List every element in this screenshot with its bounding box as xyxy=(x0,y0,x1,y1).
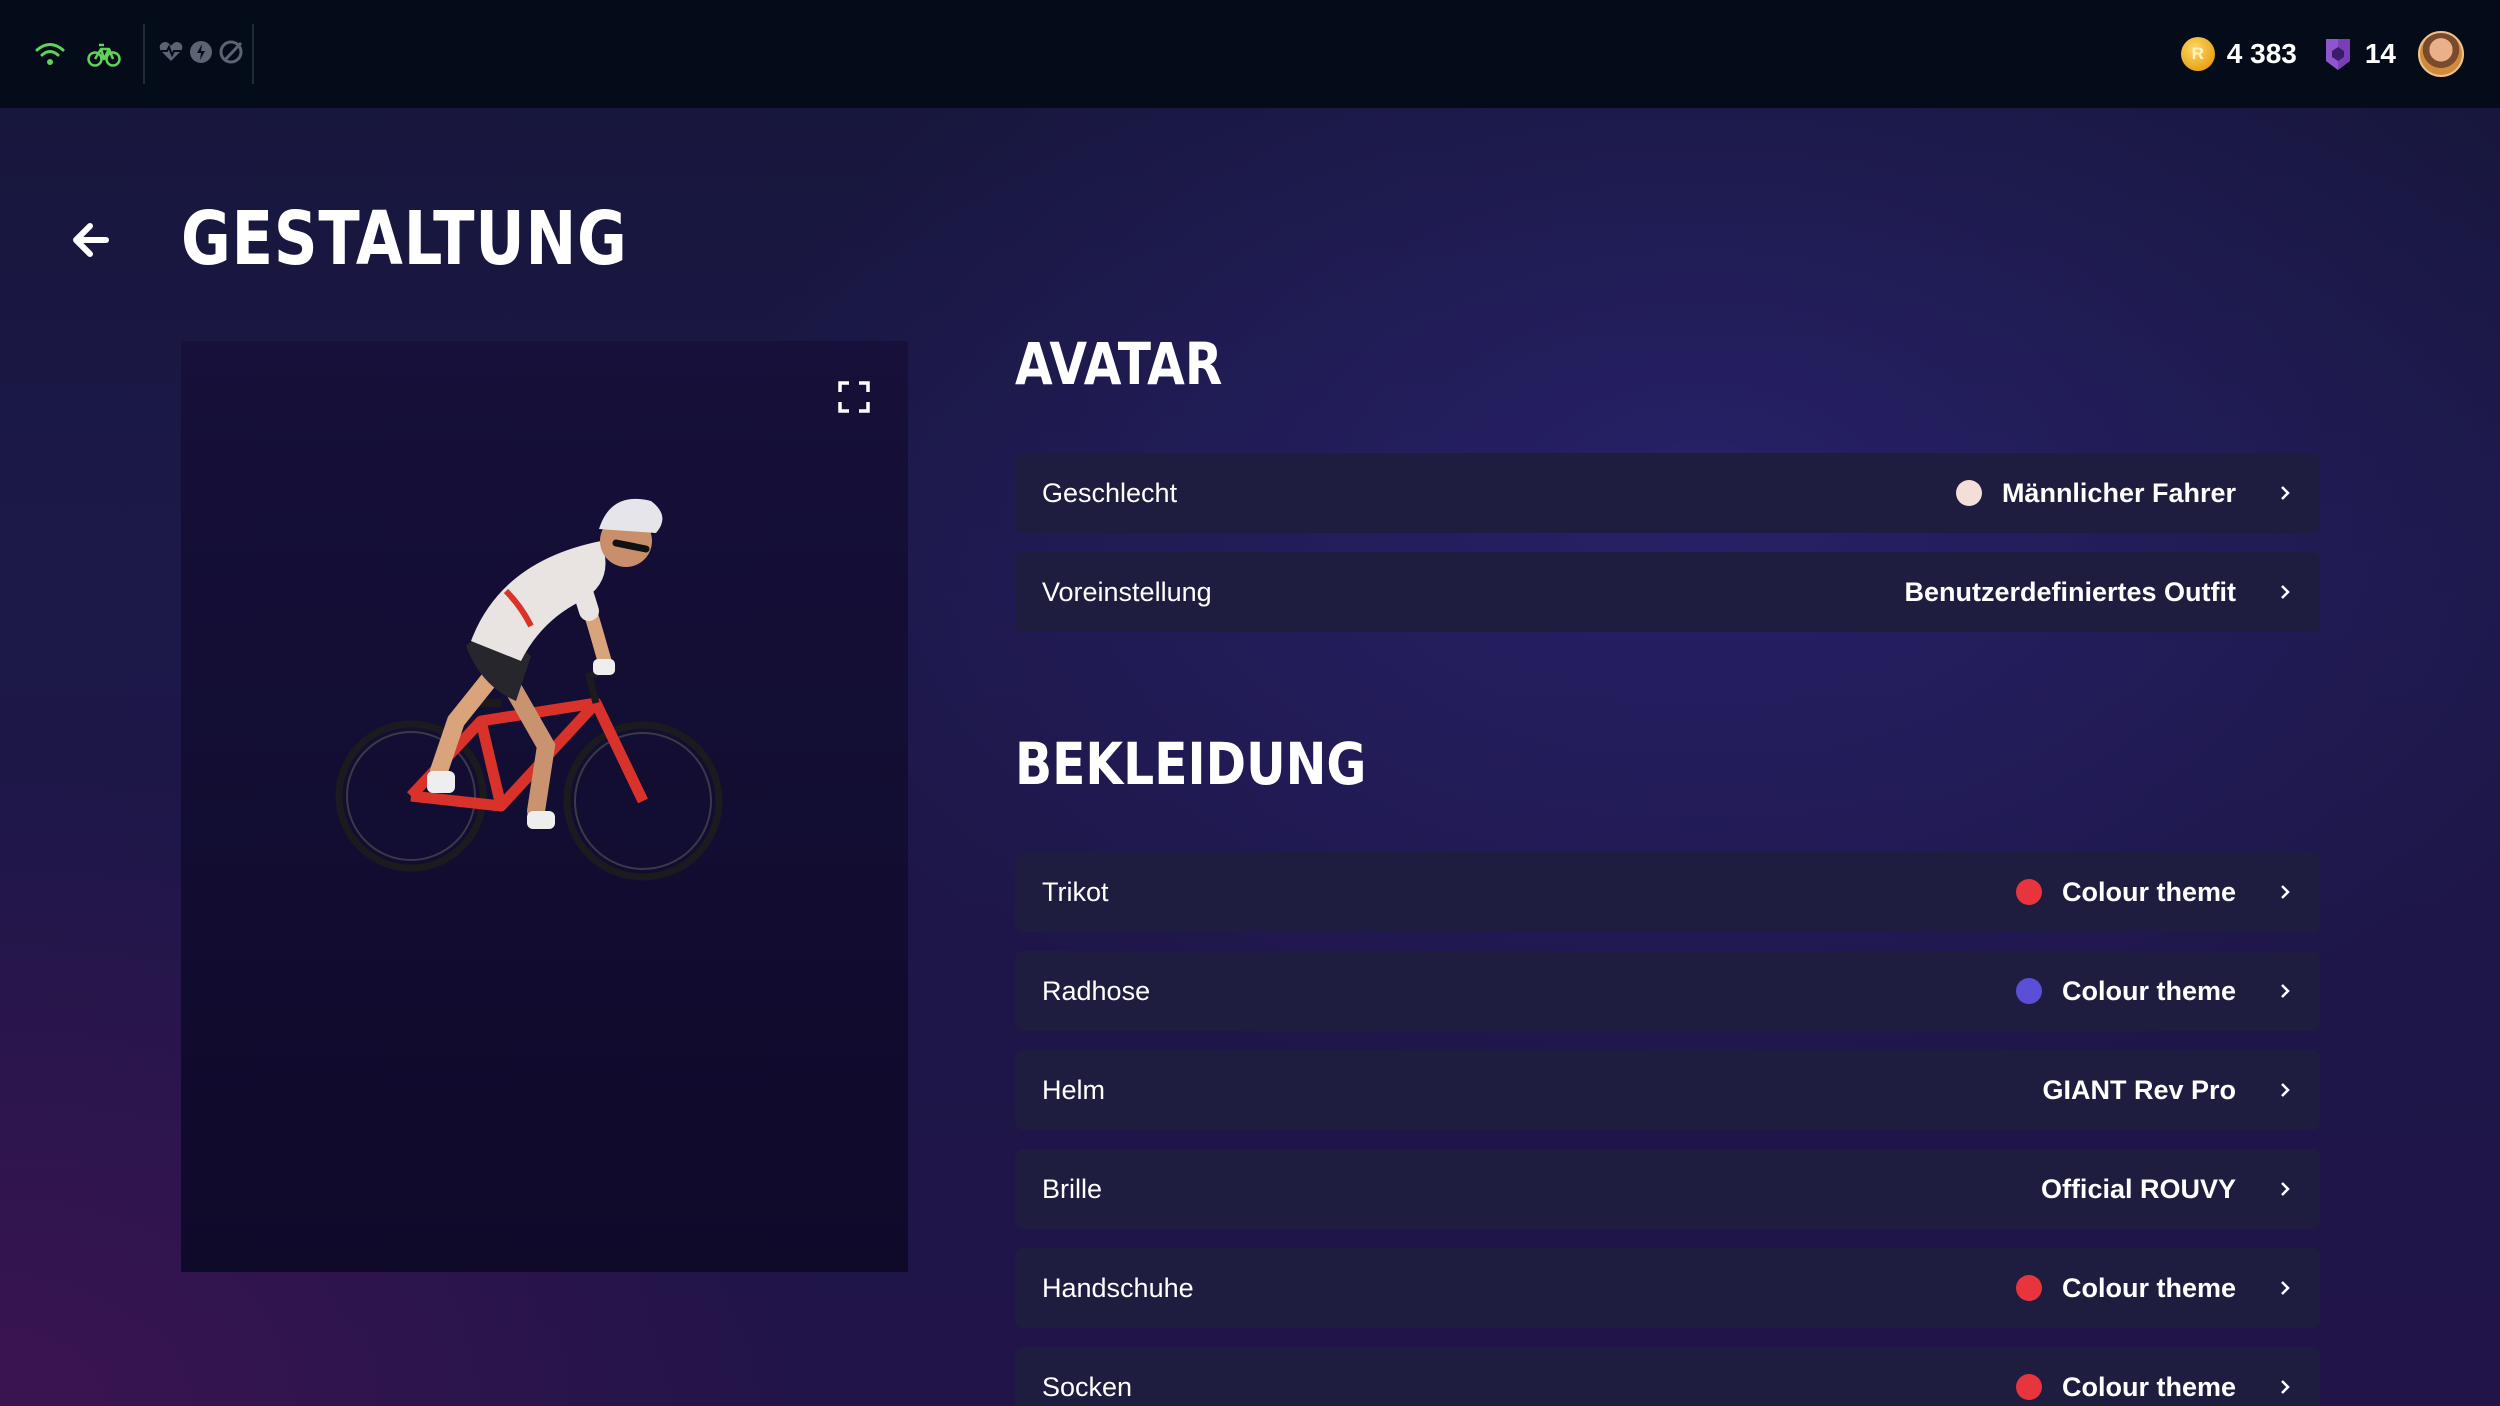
chevron-right-icon xyxy=(2278,1180,2292,1198)
avatar-section-title: AVATAR xyxy=(1015,330,1223,398)
row-value-text: Colour theme xyxy=(2061,975,2236,1006)
row-value: Colour theme xyxy=(2015,1272,2236,1304)
row-label: Socken xyxy=(1042,1371,1133,1402)
row-value-text: Benutzerdefiniertes Outfit xyxy=(1904,576,2236,607)
row-glasses[interactable]: Brille Official ROUVY xyxy=(1015,1149,2320,1229)
badge-count: 14 xyxy=(2364,38,2396,69)
row-value: Colour theme xyxy=(2015,876,2236,908)
row-label: Handschuhe xyxy=(1042,1272,1194,1303)
row-preset[interactable]: Voreinstellung Benutzerdefiniertes Outfi… xyxy=(1015,552,2320,632)
avatar-preview[interactable] xyxy=(181,341,908,1272)
row-value-text: Colour theme xyxy=(2061,1272,2236,1303)
clothing-section-title: BEKLEIDUNG xyxy=(1015,730,1367,798)
wallet: R 4 383 14 xyxy=(2180,28,2464,80)
user-avatar[interactable] xyxy=(2418,31,2464,77)
row-gender[interactable]: Geschlecht Männlicher Fahrer xyxy=(1015,453,2320,533)
row-label: Voreinstellung xyxy=(1042,576,1212,607)
shield-badge-icon xyxy=(2323,35,2353,73)
chevron-right-icon xyxy=(2278,1378,2292,1396)
row-value: GIANT Rev Pro xyxy=(2042,1075,2236,1106)
heart-rate-icon xyxy=(158,40,184,69)
row-value: Colour theme xyxy=(2015,1371,2236,1403)
cadence-icon xyxy=(218,39,246,70)
divider xyxy=(252,24,254,84)
row-value: Colour theme xyxy=(2015,975,2236,1007)
row-socks[interactable]: Socken Colour theme xyxy=(1015,1347,2320,1406)
row-value: Männlicher Fahrer xyxy=(1955,477,2236,509)
customization-screen: R 4 383 14 GESTALTUNG AVATAR Geschlecht … xyxy=(0,0,2500,1406)
top-bar: R 4 383 14 xyxy=(0,0,2500,108)
row-value-text: GIANT Rev Pro xyxy=(2042,1074,2236,1105)
coin-icon: R xyxy=(2180,37,2215,71)
expand-icon xyxy=(838,381,870,413)
chevron-right-icon xyxy=(2278,484,2292,502)
chevron-right-icon xyxy=(2278,883,2292,901)
row-value: Benutzerdefiniertes Outfit xyxy=(1904,577,2236,608)
row-value-text: Official ROUVY xyxy=(2040,1173,2236,1204)
chevron-right-icon xyxy=(2278,982,2292,1000)
color-swatch xyxy=(2015,879,2042,905)
sensor-status xyxy=(158,32,246,76)
cyclist-avatar-image xyxy=(335,498,723,881)
color-swatch xyxy=(2015,1275,2042,1301)
bike-trainer-icon xyxy=(84,34,124,74)
back-button[interactable] xyxy=(62,212,118,268)
page-title: GESTALTUNG xyxy=(181,196,628,282)
row-shorts[interactable]: Radhose Colour theme xyxy=(1015,951,2320,1031)
chevron-right-icon xyxy=(2278,583,2292,601)
arrow-left-icon xyxy=(73,223,109,257)
fullscreen-button[interactable] xyxy=(836,379,872,415)
coin-balance: 4 383 xyxy=(2226,38,2297,69)
chevron-right-icon xyxy=(2278,1081,2292,1099)
row-helmet[interactable]: Helm GIANT Rev Pro xyxy=(1015,1050,2320,1130)
connection-status xyxy=(30,32,138,76)
row-value-text: Colour theme xyxy=(2061,1371,2236,1402)
row-jersey[interactable]: Trikot Colour theme xyxy=(1015,852,2320,932)
row-value: Official ROUVY xyxy=(2041,1174,2236,1205)
power-meter-icon xyxy=(188,39,214,70)
row-label: Helm xyxy=(1042,1074,1106,1105)
chevron-right-icon xyxy=(2278,1279,2292,1297)
row-value-text: Männlicher Fahrer xyxy=(2001,477,2236,508)
color-swatch xyxy=(2015,1374,2042,1400)
row-label: Brille xyxy=(1042,1173,1103,1204)
row-label: Geschlecht xyxy=(1042,477,1178,508)
row-label: Trikot xyxy=(1042,876,1109,907)
row-value-text: Colour theme xyxy=(2061,876,2236,907)
divider xyxy=(143,24,145,84)
row-label: Radhose xyxy=(1042,975,1151,1006)
color-swatch xyxy=(1955,480,1982,506)
color-swatch xyxy=(2015,978,2042,1004)
row-gloves[interactable]: Handschuhe Colour theme xyxy=(1015,1248,2320,1328)
wifi-icon xyxy=(30,34,70,74)
